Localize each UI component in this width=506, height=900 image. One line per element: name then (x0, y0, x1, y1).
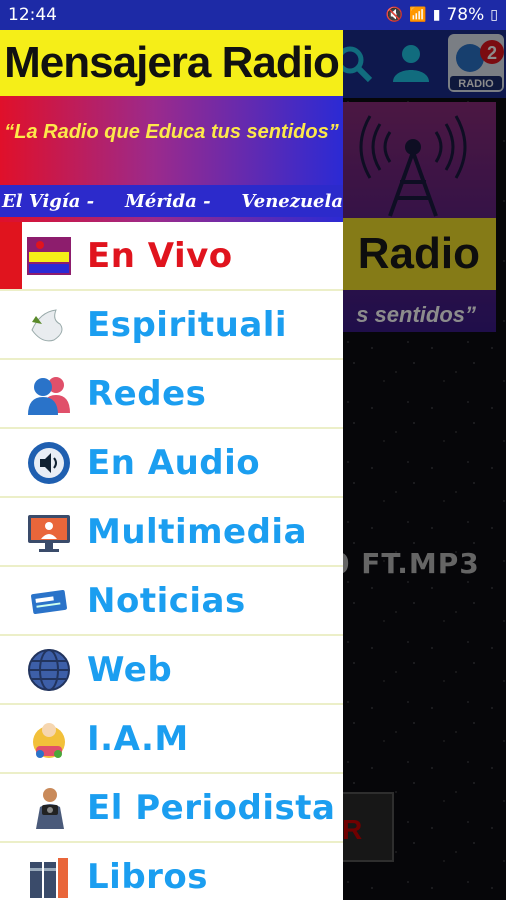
menu-item-redes[interactable]: Redes (0, 360, 343, 429)
menu-item-noticias[interactable]: Noticias (0, 567, 343, 636)
mute-icon: 🔇 (385, 7, 404, 23)
battery-icon: ▯ (490, 7, 498, 23)
menu-label-espirituali: Espirituali (87, 304, 288, 345)
people-icon (26, 371, 72, 417)
menu-item-multimedia[interactable]: Multimedia (0, 498, 343, 567)
iam-icon (26, 716, 72, 762)
menu-label-redes: Redes (87, 373, 207, 414)
wifi-icon: 📶 (409, 7, 427, 23)
globe-icon (26, 647, 72, 693)
menu-label-el-periodista: El Periodista (87, 787, 336, 828)
drawer-logo: Mensajera Radio (0, 30, 343, 96)
menu-label-libros: Libros (87, 856, 209, 897)
menu-item-web[interactable]: Web (0, 636, 343, 705)
menu-label-iam: I.A.M (87, 718, 189, 759)
menu-label-noticias: Noticias (87, 580, 246, 621)
books-icon (26, 854, 72, 900)
news-icon (26, 578, 72, 624)
drawer-menu: En Vivo Espirituali Redes En Audio Multi… (0, 222, 343, 900)
location-country: Venezuela (241, 190, 343, 212)
active-indicator (0, 222, 22, 289)
menu-item-iam[interactable]: I.A.M (0, 705, 343, 774)
drawer-slogan: “La Radio que Educa tus sentidos” (4, 120, 339, 143)
menu-label-web: Web (87, 649, 173, 690)
signal-icon: ▮ (432, 7, 441, 23)
location-state: Mérida - (124, 190, 211, 212)
live-radio-icon (26, 233, 72, 279)
menu-item-el-periodista[interactable]: El Periodista (0, 774, 343, 843)
menu-label-multimedia: Multimedia (87, 511, 308, 552)
location-city: El Vigía - (2, 190, 95, 212)
dove-icon (26, 302, 72, 348)
status-bar: 12:44 🔇 📶 ▮ 78% ▯ (0, 0, 506, 30)
navigation-drawer: Mensajera Radio “La Radio que Educa tus … (0, 30, 343, 900)
reporter-icon (26, 785, 72, 831)
menu-item-libros[interactable]: Libros (0, 843, 343, 900)
menu-label-en-vivo: En Vivo (87, 235, 233, 276)
status-time: 12:44 (8, 5, 57, 25)
drawer-location: El Vigía - Mérida - Venezuela (0, 185, 343, 217)
menu-item-espirituali[interactable]: Espirituali (0, 291, 343, 360)
battery-percent: 78% (446, 5, 485, 25)
menu-item-en-vivo[interactable]: En Vivo (0, 222, 343, 291)
monitor-icon (26, 509, 72, 555)
drawer-header: Mensajera Radio “La Radio que Educa tus … (0, 30, 343, 222)
speaker-icon (26, 440, 72, 486)
menu-item-en-audio[interactable]: En Audio (0, 429, 343, 498)
menu-label-en-audio: En Audio (87, 442, 261, 483)
